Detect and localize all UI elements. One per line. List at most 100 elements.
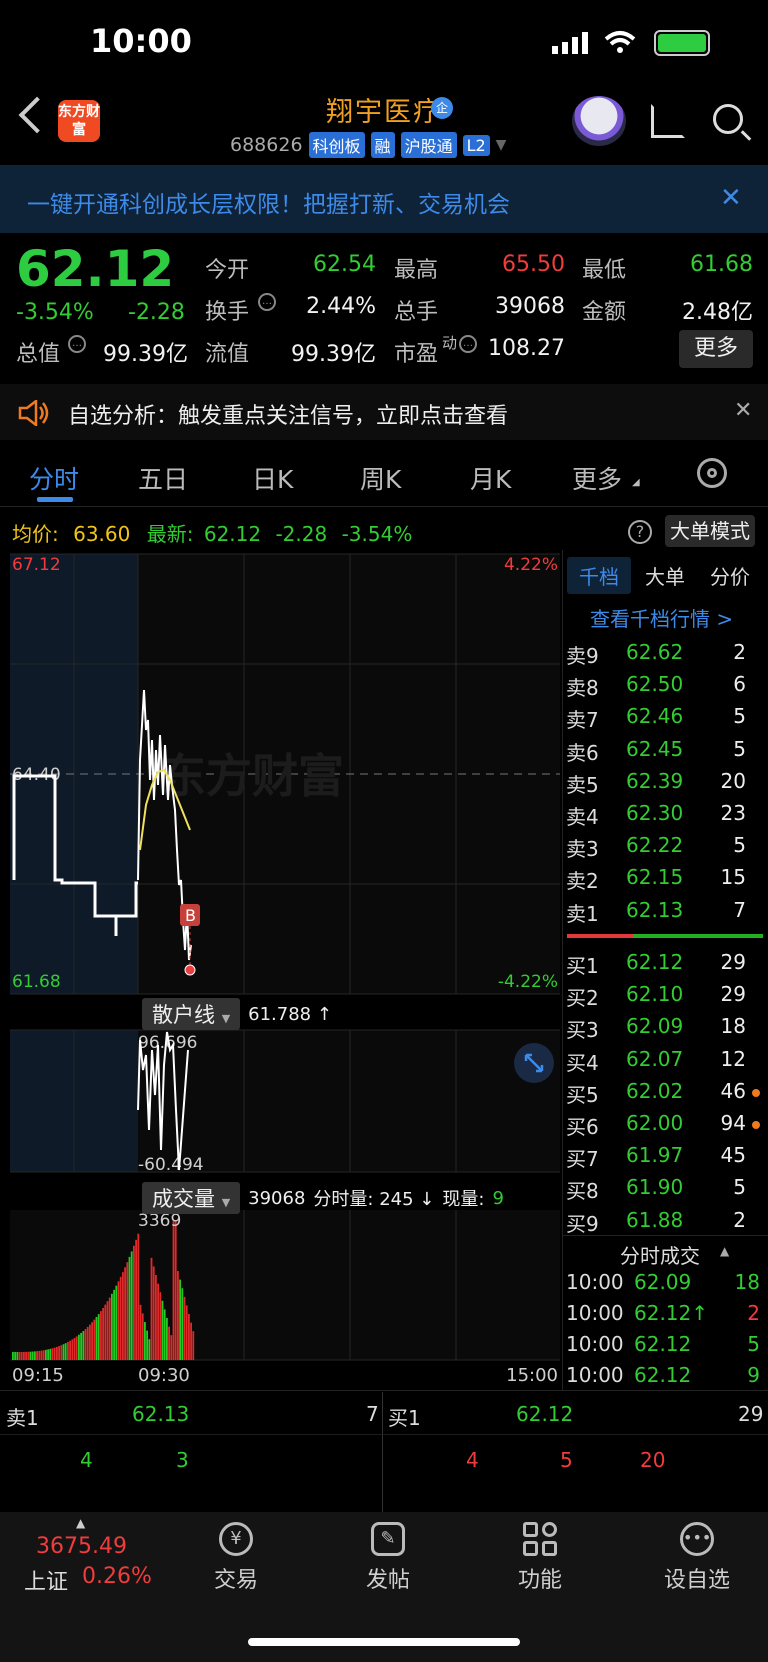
volume-bar [18, 1351, 21, 1360]
more-stats-button[interactable]: 更多 [679, 330, 753, 368]
tick-time: 10:00 [566, 1301, 624, 1325]
asks-row[interactable]: 卖5 62.39 20 [566, 769, 760, 797]
search-icon[interactable] [713, 104, 743, 134]
help-icon[interactable]: ? [628, 520, 652, 544]
bids-volume: 29 [720, 982, 746, 1007]
volume-bar [137, 1233, 140, 1360]
nav-post[interactable]: ✎ 发帖 [350, 1522, 426, 1594]
bids-level-label: 买5 [566, 1082, 599, 1107]
asks-row[interactable]: 卖2 62.15 15 [566, 865, 760, 893]
notice-close-icon[interactable]: ✕ [734, 398, 752, 423]
retail-line-value: 61.788 ↑ [248, 1003, 332, 1025]
stat-volume-value: 39068 [495, 294, 565, 319]
dropdown-caret-icon[interactable]: ▼ [496, 137, 507, 153]
edit-post-icon: ✎ [371, 1522, 405, 1556]
bid-ask-ratio-bar [567, 934, 763, 938]
retail-line-row: 散户线 ▼ 61.788 ↑ [142, 998, 332, 1030]
volume-bar [108, 1297, 111, 1360]
asks-row[interactable]: 卖9 62.62 2 [566, 640, 760, 668]
tag-margin: 融 [370, 132, 395, 158]
tick-volume: 2 [747, 1301, 760, 1325]
intraday-chart[interactable]: 东方财富 67.12 64.40 61.68 4.22% -4.22% B 96… [0, 550, 562, 1390]
nav-add-watchlist[interactable]: ••• 设自选 [654, 1522, 740, 1594]
stat-low-value: 61.68 [690, 252, 753, 277]
volume-selector[interactable]: 成交量 ▼ [142, 1182, 241, 1214]
bottom-strip-divider [0, 1390, 768, 1391]
index-name[interactable]: 上证 [24, 1564, 68, 1596]
asks-row[interactable]: 卖1 62.13 7 [566, 898, 760, 926]
tab-more[interactable]: 更多 [572, 460, 622, 496]
notice-text[interactable]: 自选分析：触发重点关注信号，立即点击查看 [68, 398, 508, 430]
strip-right-num-1: 4 [466, 1448, 479, 1472]
volume-bar [78, 1334, 80, 1360]
nav-trade[interactable]: ¥ 交易 [198, 1522, 274, 1594]
total-cap-info-icon[interactable]: … [68, 335, 86, 353]
strip-sell-label: 卖1 [6, 1406, 39, 1430]
nav-functions[interactable]: 功能 [502, 1522, 578, 1594]
tick-price: 62.12 [634, 1363, 692, 1387]
volume-bar [113, 1289, 115, 1360]
minute-volume: 分时量: 245 ↓ [313, 1189, 435, 1210]
ob-tab-depth[interactable]: 千档 [567, 557, 631, 594]
tick-row: 10:00 62.09 18 [566, 1270, 760, 1298]
bids-row[interactable]: 买2 62.10 29 [566, 982, 760, 1010]
banner-text[interactable]: 一键开通科创成长层权限！把握打新、交易机会 [27, 185, 510, 219]
tab-weekly-k[interactable]: 周K [360, 460, 401, 496]
bids-row[interactable]: 买1 62.12 29 [566, 950, 760, 978]
volume-bar [146, 1330, 148, 1360]
bids-row[interactable]: 买8 61.90 5 [566, 1175, 760, 1203]
bids-row[interactable]: 买5 62.02 46 [566, 1079, 760, 1107]
asks-row[interactable]: 卖4 62.30 23 [566, 801, 760, 829]
time-label-start: 09:15 [12, 1365, 64, 1386]
asks-level-label: 卖6 [566, 740, 599, 765]
bids-row[interactable]: 买9 61.88 2 [566, 1208, 760, 1236]
asks-row[interactable]: 卖7 62.46 5 [566, 704, 760, 732]
robot-assistant-icon[interactable] [572, 96, 626, 146]
turnover-info-icon[interactable]: … [258, 293, 276, 311]
tab-daily-k[interactable]: 日K [252, 460, 293, 496]
volume-bar [172, 1220, 175, 1360]
retail-line-selector[interactable]: 散户线 ▼ [142, 998, 241, 1030]
strip-buy-price: 62.12 [516, 1402, 574, 1426]
bids-row[interactable]: 买4 62.07 12 [566, 1047, 760, 1075]
asks-level-label: 卖9 [566, 644, 599, 668]
volume-bar [126, 1262, 129, 1360]
banner-close-icon[interactable]: ✕ [720, 183, 742, 213]
asks-volume: 5 [733, 736, 746, 761]
volume-bar [56, 1346, 58, 1360]
index-value[interactable]: 3675.49 [36, 1534, 127, 1559]
ob-ticks-title[interactable]: 分时成交 [620, 1240, 700, 1269]
big-order-mode-button[interactable]: 大单模式 [665, 515, 755, 547]
tab-five-day[interactable]: 五日 [138, 460, 188, 496]
asks-row[interactable]: 卖6 62.45 5 [566, 737, 760, 765]
index-pct[interactable]: 0.26% [82, 1564, 152, 1589]
bids-volume: 29 [720, 950, 746, 974]
volume-bar [106, 1301, 109, 1360]
asks-price: 62.22 [626, 833, 684, 858]
tab-intraday[interactable]: 分时 [29, 460, 79, 496]
bids-level-label: 买7 [566, 1147, 599, 1172]
bids-row[interactable]: 买7 61.97 45 [566, 1143, 760, 1171]
asks-volume: 5 [733, 704, 746, 729]
strip-sell-vol: 7 [366, 1402, 379, 1426]
asks-row[interactable]: 卖8 62.50 6 [566, 672, 760, 700]
tab-monthly-k[interactable]: 月K [470, 460, 511, 496]
tick-volume: 9 [747, 1363, 760, 1387]
ob-tab-big-order[interactable]: 大单 [645, 561, 685, 590]
strip-buy-label: 买1 [388, 1406, 421, 1430]
share-icon[interactable] [651, 104, 685, 138]
settings-gear-icon[interactable] [697, 458, 727, 488]
stat-volume-label: 总手 [394, 300, 439, 325]
bids-row[interactable]: 买6 62.00 94 [566, 1111, 760, 1139]
volume-bar [80, 1332, 82, 1360]
volume-bar [161, 1300, 164, 1360]
tick-price: 62.12 [634, 1332, 692, 1356]
ob-tab-price-dist[interactable]: 分价 [710, 561, 750, 590]
asks-row[interactable]: 卖3 62.22 5 [566, 833, 760, 861]
bids-row[interactable]: 买3 62.09 18 [566, 1014, 760, 1042]
tick-volume: 18 [734, 1270, 760, 1294]
ob-view-depth-link[interactable]: 查看千档行情 > [590, 603, 733, 632]
bids-price: 62.07 [626, 1046, 684, 1071]
bids-volume: 46 [720, 1078, 746, 1103]
wifi-icon [604, 30, 636, 54]
